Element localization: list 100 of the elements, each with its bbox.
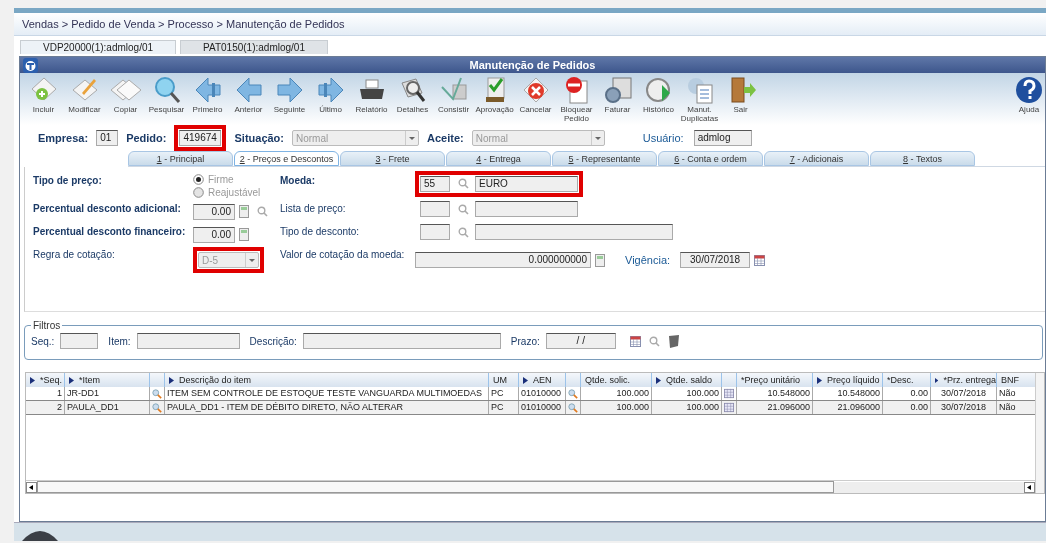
- search-icon[interactable]: [257, 206, 268, 217]
- form-tab[interactable]: 6 - Conta e ordem: [658, 151, 763, 166]
- code-field[interactable]: [420, 201, 450, 217]
- table-cell: 01010000: [519, 387, 566, 400]
- column-header[interactable]: AEN: [519, 373, 566, 387]
- caret-icon: [405, 131, 418, 145]
- toolbar-button[interactable]: Cancelar: [517, 75, 554, 114]
- session-tab[interactable]: VDP20000(1):admlog/01: [20, 40, 177, 54]
- toolbar-button[interactable]: Copiar: [107, 75, 144, 114]
- field-label: Seq.:: [31, 335, 55, 347]
- table-cell: JR-DD1: [65, 387, 150, 400]
- toolbar-button[interactable]: Histórico: [640, 75, 677, 114]
- toolbar-button[interactable]: Pesquisar: [148, 75, 185, 114]
- column-header[interactable]: *Desc.: [883, 373, 931, 387]
- order-number-field[interactable]: 419674: [179, 130, 222, 146]
- table-cell: PC: [489, 387, 519, 400]
- field-label: Prazo:: [510, 335, 540, 347]
- description-field[interactable]: [475, 224, 673, 240]
- rate-field[interactable]: 0.000000000: [415, 252, 591, 268]
- grid-icon[interactable]: [724, 402, 734, 413]
- toolbar-button[interactable]: Faturar: [599, 75, 636, 114]
- search-icon[interactable]: [458, 178, 469, 189]
- field-label: Vigência:: [625, 254, 671, 266]
- grid-icon[interactable]: [724, 388, 734, 399]
- vertical-scrollbar[interactable]: [1035, 373, 1044, 493]
- toolbar-button[interactable]: Incluir: [25, 75, 62, 114]
- column-header[interactable]: Descrição do item: [165, 373, 489, 387]
- description-filter-field[interactable]: [302, 333, 501, 349]
- scroll-left-icon[interactable]: [1024, 481, 1035, 493]
- column-header[interactable]: *Item: [65, 373, 150, 387]
- field-label: Descrição:: [249, 335, 297, 347]
- calendar-icon[interactable]: [754, 254, 766, 266]
- form-tab[interactable]: 7 - Adicionais: [764, 151, 869, 166]
- table-cell: 100.000: [581, 387, 652, 400]
- table-cell: 2: [26, 401, 65, 414]
- code-field[interactable]: 55: [420, 175, 450, 192]
- column-header[interactable]: Preço líquido: [813, 373, 883, 387]
- column-header[interactable]: *Prz. entrega: [931, 373, 997, 387]
- toolbar-button[interactable]: Primeiro: [189, 75, 226, 114]
- form-tab[interactable]: 4 - Entrega: [446, 151, 551, 166]
- date-field[interactable]: 30/07/2018: [680, 252, 751, 268]
- search-icon[interactable]: [458, 203, 469, 215]
- table-cell: PAULA_DD1 - ITEM DE DÉBITO DIRETO, NÃO ALTERAR: [165, 401, 489, 414]
- toolbar-button[interactable]: Relatório: [353, 75, 390, 114]
- radio-button[interactable]: [193, 174, 204, 185]
- column-header[interactable]: UM: [489, 373, 519, 387]
- field-label: Regra de cotação:: [33, 248, 116, 262]
- seq-filter-field[interactable]: [60, 333, 99, 349]
- code-field[interactable]: [420, 224, 450, 240]
- form-tab[interactable]: 8 - Textos: [870, 151, 975, 166]
- table-cell: 30/07/2018: [931, 401, 997, 414]
- field-label: Moeda:: [280, 174, 316, 188]
- toolbar-button[interactable]: Seguinte: [271, 75, 308, 114]
- toolbar-button[interactable]: Manut. Duplicatas: [681, 75, 718, 123]
- deadline-filter-field[interactable]: / /: [545, 333, 616, 349]
- toolbar-button[interactable]: Sair: [722, 75, 759, 114]
- search-icon[interactable]: [648, 335, 660, 347]
- column-header[interactable]: Qtde. saldo: [652, 373, 722, 387]
- user-field[interactable]: admlog: [693, 130, 752, 146]
- radio-label: Reajustável: [208, 186, 261, 199]
- search-icon[interactable]: [152, 401, 162, 414]
- calculator-icon[interactable]: [595, 253, 605, 267]
- horizontal-scrollbar[interactable]: [26, 480, 1035, 493]
- percent-field[interactable]: 0.00: [193, 203, 235, 220]
- toolbar-button[interactable]: Bloquear Pedido: [558, 75, 595, 123]
- calculator-icon[interactable]: [239, 205, 249, 218]
- radio-button[interactable]: [193, 187, 204, 198]
- form-tab[interactable]: 3 - Frete: [340, 151, 445, 166]
- eraser-icon[interactable]: [667, 334, 679, 348]
- round-button-icon[interactable]: [22, 529, 58, 541]
- column-header[interactable]: *Seq.: [26, 373, 65, 387]
- description-field[interactable]: EURO: [475, 175, 578, 192]
- calculator-icon[interactable]: [239, 228, 249, 241]
- toolbar-button[interactable]: Último: [312, 75, 349, 114]
- percent-field[interactable]: 0.00: [193, 226, 235, 243]
- form-tab[interactable]: 1 - Principal: [128, 151, 233, 166]
- toolbar-button[interactable]: Consistir: [435, 75, 472, 114]
- toolbar-button[interactable]: Anterior: [230, 75, 267, 114]
- empresa-field[interactable]: 01: [96, 130, 119, 146]
- search-icon[interactable]: [152, 387, 162, 400]
- scroll-left-icon[interactable]: [26, 481, 37, 493]
- toolbar-button[interactable]: Modificar: [66, 75, 103, 114]
- calendar-icon[interactable]: [629, 335, 641, 347]
- search-icon[interactable]: [458, 226, 469, 238]
- form-tab[interactable]: 2 - Preços e Descontos: [234, 151, 339, 166]
- search-icon[interactable]: [568, 387, 578, 400]
- column-header[interactable]: *Preço unitário: [737, 373, 813, 387]
- form-tab[interactable]: 5 - Representante: [552, 151, 657, 166]
- toolbar-button[interactable]: Detalhes: [394, 75, 431, 114]
- item-filter-field[interactable]: [136, 333, 240, 349]
- description-field[interactable]: [475, 201, 578, 217]
- toolbar-button[interactable]: Aprovação: [476, 75, 513, 114]
- field-label: Empresa:: [38, 132, 89, 144]
- column-header[interactable]: Qtde. solic.: [581, 373, 652, 387]
- session-tab[interactable]: PAT0150(1):admlog/01: [180, 40, 328, 54]
- table-cell: 30/07/2018: [931, 387, 997, 400]
- app-logo-icon: [23, 57, 38, 73]
- search-icon[interactable]: [568, 401, 578, 414]
- table-cell: 100.000: [581, 401, 652, 414]
- help-button[interactable]: Ajuda: [1015, 75, 1043, 114]
